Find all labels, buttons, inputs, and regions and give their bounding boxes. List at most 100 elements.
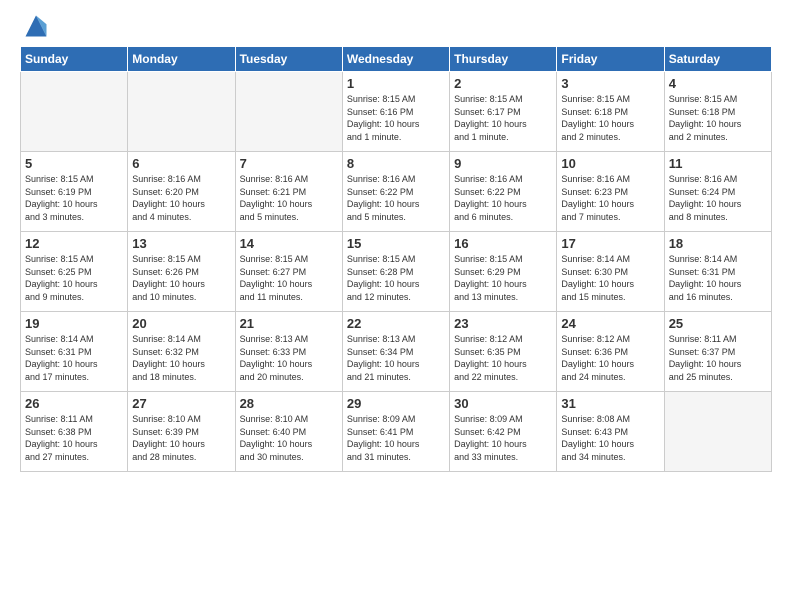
day-number: 12: [25, 236, 123, 251]
day-number: 11: [669, 156, 767, 171]
day-number: 1: [347, 76, 445, 91]
weekday-header-tuesday: Tuesday: [235, 47, 342, 72]
calendar-cell: 24Sunrise: 8:12 AM Sunset: 6:36 PM Dayli…: [557, 312, 664, 392]
day-info: Sunrise: 8:15 AM Sunset: 6:27 PM Dayligh…: [240, 253, 338, 303]
calendar-cell: 10 Sunrise: 8:16 AM Sunset: 6:23 PM Dayli…: [557, 152, 664, 232]
calendar-cell: 4Sunrise: 8:15 AM Sunset: 6:18 PM Daylig…: [664, 72, 771, 152]
day-number: 30: [454, 396, 552, 411]
day-number: 10: [561, 156, 659, 171]
day-number: 13: [132, 236, 230, 251]
calendar-cell: 7 Sunrise: 8:16 AM Sunset: 6:21 PM Daylig…: [235, 152, 342, 232]
calendar-cell: 2 Sunrise: 8:15 AM Sunset: 6:17 PM Daylig…: [450, 72, 557, 152]
calendar-cell: 25 Sunrise: 8:11 AM Sunset: 6:37 PM Dayli…: [664, 312, 771, 392]
day-number: 5: [25, 156, 123, 171]
day-number: 2: [454, 76, 552, 91]
calendar-cell: 15 Sunrise: 8:15 AM Sunset: 6:28 PM Dayli…: [342, 232, 449, 312]
calendar-page: SundayMondayTuesdayWednesdayThursdayFrid…: [0, 0, 792, 612]
calendar-cell: 6 Sunrise: 8:16 AM Sunset: 6:20 PM Daylig…: [128, 152, 235, 232]
calendar-cell: 16 Sunrise: 8:15 AM Sunset: 6:29 PM Dayli…: [450, 232, 557, 312]
day-info: Sunrise: 8:15 AM Sunset: 6:25 PM Dayligh…: [25, 253, 123, 303]
day-info: Sunrise: 8:16 AM Sunset: 6:23 PM Dayligh…: [561, 173, 659, 223]
day-number: 18: [669, 236, 767, 251]
day-info: Sunrise: 8:15 AM Sunset: 6:26 PM Dayligh…: [132, 253, 230, 303]
day-number: 19: [25, 316, 123, 331]
day-info: Sunrise: 8:16 AM Sunset: 6:22 PM Dayligh…: [347, 173, 445, 223]
day-info: Sunrise: 8:14 AM Sunset: 6:31 PM Dayligh…: [25, 333, 123, 383]
day-info: Sunrise: 8:14 AM Sunset: 6:31 PM Dayligh…: [669, 253, 767, 303]
day-number: 20: [132, 316, 230, 331]
logo-icon: [22, 12, 50, 40]
day-info: Sunrise: 8:09 AM Sunset: 6:41 PM Dayligh…: [347, 413, 445, 463]
weekday-header-monday: Monday: [128, 47, 235, 72]
day-info: Sunrise: 8:12 AM Sunset: 6:35 PM Dayligh…: [454, 333, 552, 383]
day-info: Sunrise: 8:15 AM Sunset: 6:28 PM Dayligh…: [347, 253, 445, 303]
day-info: Sunrise: 8:15 AM Sunset: 6:16 PM Dayligh…: [347, 93, 445, 143]
day-info: Sunrise: 8:14 AM Sunset: 6:30 PM Dayligh…: [561, 253, 659, 303]
day-number: 7: [240, 156, 338, 171]
day-info: Sunrise: 8:11 AM Sunset: 6:37 PM Dayligh…: [669, 333, 767, 383]
calendar-cell: 11 Sunrise: 8:16 AM Sunset: 6:24 PM Dayli…: [664, 152, 771, 232]
week-row-1: 5 Sunrise: 8:15 AM Sunset: 6:19 PM Daylig…: [21, 152, 772, 232]
calendar-cell: [21, 72, 128, 152]
day-info: Sunrise: 8:16 AM Sunset: 6:20 PM Dayligh…: [132, 173, 230, 223]
day-number: 17: [561, 236, 659, 251]
day-number: 16: [454, 236, 552, 251]
calendar-cell: 29 Sunrise: 8:09 AM Sunset: 6:41 PM Dayli…: [342, 392, 449, 472]
calendar-cell: 3Sunrise: 8:15 AM Sunset: 6:18 PM Daylig…: [557, 72, 664, 152]
day-number: 14: [240, 236, 338, 251]
day-number: 25: [669, 316, 767, 331]
day-info: Sunrise: 8:16 AM Sunset: 6:21 PM Dayligh…: [240, 173, 338, 223]
day-info: Sunrise: 8:15 AM Sunset: 6:18 PM Dayligh…: [561, 93, 659, 143]
week-row-0: 1 Sunrise: 8:15 AM Sunset: 6:16 PM Daylig…: [21, 72, 772, 152]
day-info: Sunrise: 8:11 AM Sunset: 6:38 PM Dayligh…: [25, 413, 123, 463]
day-number: 27: [132, 396, 230, 411]
calendar-cell: 27Sunrise: 8:10 AM Sunset: 6:39 PM Dayli…: [128, 392, 235, 472]
day-number: 22: [347, 316, 445, 331]
day-number: 4: [669, 76, 767, 91]
day-number: 21: [240, 316, 338, 331]
calendar-cell: 5 Sunrise: 8:15 AM Sunset: 6:19 PM Daylig…: [21, 152, 128, 232]
calendar-cell: 1 Sunrise: 8:15 AM Sunset: 6:16 PM Daylig…: [342, 72, 449, 152]
calendar-cell: 8Sunrise: 8:16 AM Sunset: 6:22 PM Daylig…: [342, 152, 449, 232]
calendar-cell: 21 Sunrise: 8:13 AM Sunset: 6:33 PM Dayli…: [235, 312, 342, 392]
day-info: Sunrise: 8:13 AM Sunset: 6:33 PM Dayligh…: [240, 333, 338, 383]
calendar-cell: [235, 72, 342, 152]
calendar-cell: 14 Sunrise: 8:15 AM Sunset: 6:27 PM Dayli…: [235, 232, 342, 312]
day-number: 31: [561, 396, 659, 411]
day-number: 28: [240, 396, 338, 411]
week-row-2: 12 Sunrise: 8:15 AM Sunset: 6:25 PM Dayli…: [21, 232, 772, 312]
weekday-header-sunday: Sunday: [21, 47, 128, 72]
day-info: Sunrise: 8:14 AM Sunset: 6:32 PM Dayligh…: [132, 333, 230, 383]
week-row-4: 26 Sunrise: 8:11 AM Sunset: 6:38 PM Dayli…: [21, 392, 772, 472]
day-info: Sunrise: 8:08 AM Sunset: 6:43 PM Dayligh…: [561, 413, 659, 463]
day-number: 23: [454, 316, 552, 331]
day-info: Sunrise: 8:16 AM Sunset: 6:24 PM Dayligh…: [669, 173, 767, 223]
day-info: Sunrise: 8:15 AM Sunset: 6:19 PM Dayligh…: [25, 173, 123, 223]
weekday-header-row: SundayMondayTuesdayWednesdayThursdayFrid…: [21, 47, 772, 72]
calendar-cell: 12 Sunrise: 8:15 AM Sunset: 6:25 PM Dayli…: [21, 232, 128, 312]
day-number: 15: [347, 236, 445, 251]
day-number: 9: [454, 156, 552, 171]
day-info: Sunrise: 8:15 AM Sunset: 6:17 PM Dayligh…: [454, 93, 552, 143]
day-info: Sunrise: 8:13 AM Sunset: 6:34 PM Dayligh…: [347, 333, 445, 383]
day-info: Sunrise: 8:09 AM Sunset: 6:42 PM Dayligh…: [454, 413, 552, 463]
day-number: 26: [25, 396, 123, 411]
day-info: Sunrise: 8:10 AM Sunset: 6:40 PM Dayligh…: [240, 413, 338, 463]
calendar-cell: [664, 392, 771, 472]
header: [20, 16, 772, 40]
weekday-header-friday: Friday: [557, 47, 664, 72]
calendar-cell: 17 Sunrise: 8:14 AM Sunset: 6:30 PM Dayli…: [557, 232, 664, 312]
weekday-header-wednesday: Wednesday: [342, 47, 449, 72]
day-info: Sunrise: 8:16 AM Sunset: 6:22 PM Dayligh…: [454, 173, 552, 223]
day-info: Sunrise: 8:12 AM Sunset: 6:36 PM Dayligh…: [561, 333, 659, 383]
calendar-cell: 13 Sunrise: 8:15 AM Sunset: 6:26 PM Dayli…: [128, 232, 235, 312]
weekday-header-saturday: Saturday: [664, 47, 771, 72]
day-info: Sunrise: 8:15 AM Sunset: 6:29 PM Dayligh…: [454, 253, 552, 303]
calendar-cell: 23 Sunrise: 8:12 AM Sunset: 6:35 PM Dayli…: [450, 312, 557, 392]
week-row-3: 19 Sunrise: 8:14 AM Sunset: 6:31 PM Dayli…: [21, 312, 772, 392]
calendar-cell: 31 Sunrise: 8:08 AM Sunset: 6:43 PM Dayli…: [557, 392, 664, 472]
calendar-cell: 20 Sunrise: 8:14 AM Sunset: 6:32 PM Dayli…: [128, 312, 235, 392]
day-number: 6: [132, 156, 230, 171]
calendar-cell: 22 Sunrise: 8:13 AM Sunset: 6:34 PM Dayli…: [342, 312, 449, 392]
day-number: 29: [347, 396, 445, 411]
